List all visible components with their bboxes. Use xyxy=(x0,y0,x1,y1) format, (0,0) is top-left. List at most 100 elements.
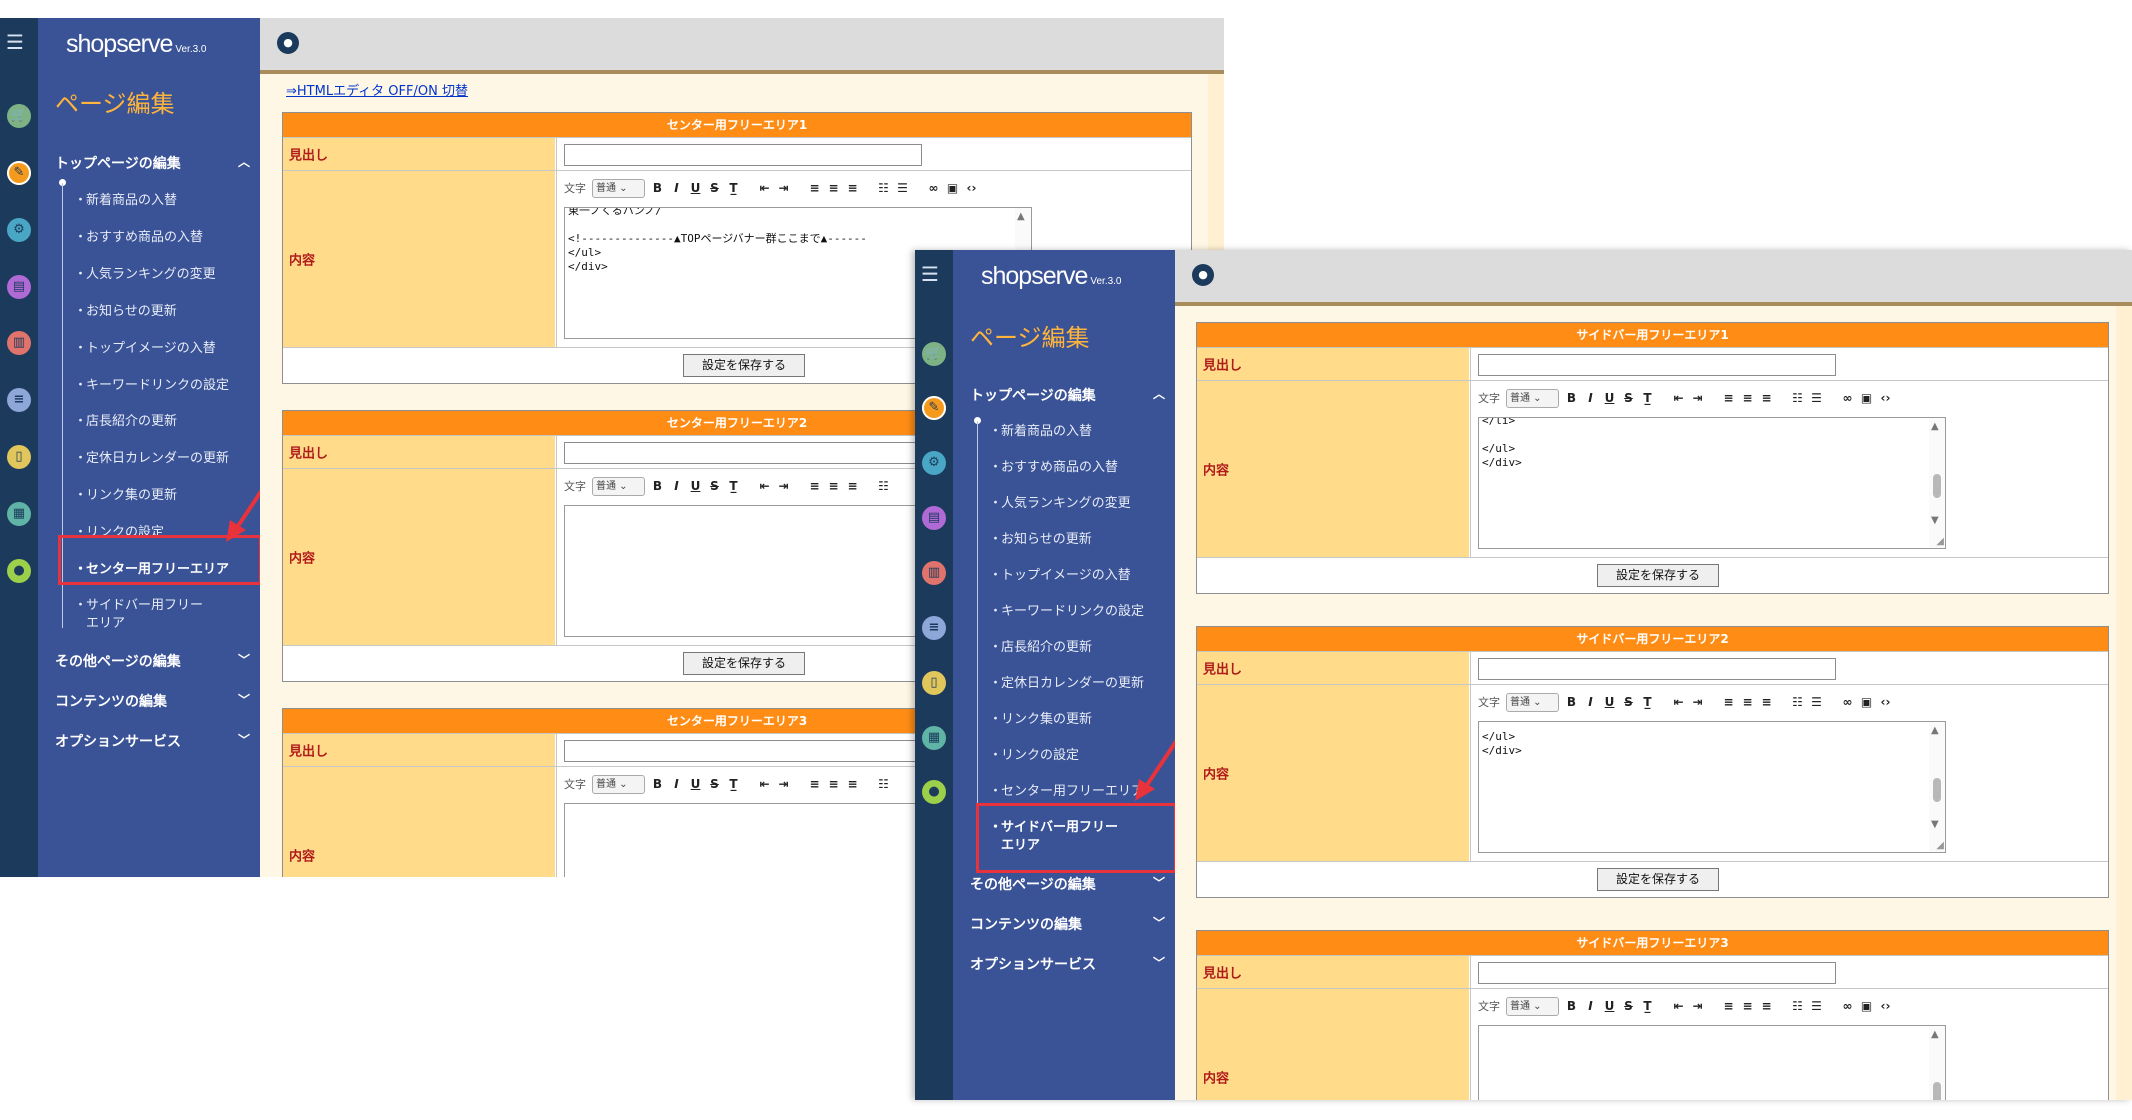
chart-icon[interactable]: ▥ xyxy=(922,561,946,585)
outdent-icon[interactable]: ⇤ xyxy=(1672,695,1685,709)
link-icon[interactable]: ∞ xyxy=(1841,695,1854,709)
italic-icon[interactable]: I xyxy=(670,777,683,791)
group-option-service[interactable]: オプションサービス ﹀ xyxy=(970,954,1165,974)
indent-icon[interactable]: ⇥ xyxy=(1691,999,1704,1013)
strikethrough-icon[interactable]: S xyxy=(708,479,721,493)
nav-item-top-image[interactable]: ・トップイメージの入替 xyxy=(74,340,249,358)
group-top-page[interactable]: トップページの編集 ︿ xyxy=(970,385,1165,405)
group-other-pages[interactable]: その他ページの編集 ﹀ xyxy=(970,874,1165,894)
content-editor[interactable]: ▲ xyxy=(1478,1025,1946,1100)
nav-item-holiday-calendar[interactable]: ・定休日カレンダーの更新 xyxy=(989,675,1164,693)
users-icon[interactable]: ● xyxy=(922,780,946,804)
html-editor-toggle-link[interactable]: ⇒HTMLエディタ OFF/ON 切替 xyxy=(286,80,468,99)
save-button[interactable]: 設定を保存する xyxy=(683,652,805,675)
ordered-list-icon[interactable]: ☷ xyxy=(877,777,890,791)
italic-icon[interactable]: I xyxy=(670,479,683,493)
align-center-icon[interactable]: ≡ xyxy=(827,777,840,791)
image-icon[interactable]: ▣ xyxy=(1860,999,1873,1013)
scroll-up-icon[interactable]: ▲ xyxy=(1931,1029,1939,1040)
group-other-pages[interactable]: その他ページの編集 ﹀ xyxy=(55,651,250,671)
scroll-thumb[interactable] xyxy=(1933,1082,1941,1100)
menu-icon[interactable]: ☰ xyxy=(6,32,30,52)
ordered-list-icon[interactable]: ☷ xyxy=(1791,999,1804,1013)
align-right-icon[interactable]: ≡ xyxy=(846,479,859,493)
source-code-icon[interactable]: ‹› xyxy=(965,181,978,195)
scroll-thumb[interactable] xyxy=(1933,474,1941,498)
nav-item-new-products[interactable]: ・新着商品の入替 xyxy=(989,423,1164,441)
link-icon[interactable]: ∞ xyxy=(927,181,940,195)
font-size-select[interactable]: 普通 ⌄ xyxy=(592,476,645,496)
italic-icon[interactable]: I xyxy=(1584,391,1597,405)
underline-icon[interactable]: U xyxy=(1603,695,1616,709)
bullet-list-icon[interactable]: ☰ xyxy=(896,181,909,195)
font-size-select[interactable]: 普通 ⌄ xyxy=(592,178,645,198)
scroll-up-icon[interactable]: ▲ xyxy=(1931,725,1939,736)
scroll-up-icon[interactable]: ▲ xyxy=(1931,421,1939,432)
image-icon[interactable]: ▣ xyxy=(1860,695,1873,709)
clear-format-icon[interactable]: T̲ xyxy=(727,479,740,493)
nav-item-manager-intro[interactable]: ・店長紹介の更新 xyxy=(989,639,1164,657)
group-contents[interactable]: コンテンツの編集 ﹀ xyxy=(970,914,1165,934)
user-icon[interactable]: ● xyxy=(1192,264,1214,286)
clear-format-icon[interactable]: T̲ xyxy=(1641,695,1654,709)
group-top-page[interactable]: トップページの編集 ︿ xyxy=(55,153,250,173)
clear-format-icon[interactable]: T̲ xyxy=(727,777,740,791)
image-icon[interactable]: ▣ xyxy=(1860,391,1873,405)
save-button[interactable]: 設定を保存する xyxy=(683,354,805,377)
nav-item-recommended[interactable]: ・おすすめ商品の入替 xyxy=(989,459,1164,477)
image-icon[interactable]: ▣ xyxy=(946,181,959,195)
users-icon[interactable]: ● xyxy=(7,559,31,583)
heading-input[interactable] xyxy=(564,442,922,464)
strikethrough-icon[interactable]: S xyxy=(708,777,721,791)
font-size-select[interactable]: 普通 ⌄ xyxy=(1506,388,1559,408)
scroll-thumb[interactable] xyxy=(1933,778,1941,802)
nav-item-manager-intro[interactable]: ・店長紹介の更新 xyxy=(74,413,249,431)
font-size-select[interactable]: 普通 ⌄ xyxy=(1506,996,1559,1016)
align-left-icon[interactable]: ≡ xyxy=(808,181,821,195)
group-contents[interactable]: コンテンツの編集 ﹀ xyxy=(55,691,250,711)
nav-item-news[interactable]: ・お知らせの更新 xyxy=(989,531,1164,549)
bullet-list-icon[interactable]: ☰ xyxy=(1810,999,1823,1013)
menu-icon[interactable]: ☰ xyxy=(921,264,945,284)
ordered-list-icon[interactable]: ☷ xyxy=(1791,391,1804,405)
gear-icon[interactable]: ⚙ xyxy=(7,218,31,242)
heading-input[interactable] xyxy=(564,740,922,762)
indent-icon[interactable]: ⇥ xyxy=(1691,695,1704,709)
align-center-icon[interactable]: ≡ xyxy=(1741,999,1754,1013)
ordered-list-icon[interactable]: ☷ xyxy=(877,479,890,493)
align-left-icon[interactable]: ≡ xyxy=(808,777,821,791)
font-size-select[interactable]: 普通 ⌄ xyxy=(592,774,645,794)
resize-grip-icon[interactable]: ◢ xyxy=(1936,840,1944,851)
source-code-icon[interactable]: ‹› xyxy=(1879,695,1892,709)
resize-grip-icon[interactable]: ◢ xyxy=(1936,536,1944,547)
content-editor[interactable]: </li> </ul> </div> ▲ ▼ ◢ xyxy=(1478,417,1946,549)
underline-icon[interactable]: U xyxy=(689,777,702,791)
underline-icon[interactable]: U xyxy=(1603,391,1616,405)
ordered-list-icon[interactable]: ☷ xyxy=(1791,695,1804,709)
outdent-icon[interactable]: ⇤ xyxy=(758,777,771,791)
align-right-icon[interactable]: ≡ xyxy=(1760,391,1773,405)
underline-icon[interactable]: U xyxy=(689,181,702,195)
align-right-icon[interactable]: ≡ xyxy=(846,777,859,791)
clipboard-icon[interactable]: ▦ xyxy=(7,502,31,526)
underline-icon[interactable]: U xyxy=(1603,999,1616,1013)
heading-input[interactable] xyxy=(1478,658,1836,680)
scroll-down-icon[interactable]: ▼ xyxy=(1931,819,1939,830)
bold-icon[interactable]: B xyxy=(651,479,664,493)
save-button[interactable]: 設定を保存する xyxy=(1597,868,1719,891)
indent-icon[interactable]: ⇥ xyxy=(777,479,790,493)
chart-icon[interactable]: ▥ xyxy=(7,331,31,355)
ordered-list-icon[interactable]: ☷ xyxy=(877,181,890,195)
scroll-down-icon[interactable]: ▼ xyxy=(1931,515,1939,526)
font-size-select[interactable]: 普通 ⌄ xyxy=(1506,692,1559,712)
bold-icon[interactable]: B xyxy=(651,181,664,195)
save-button[interactable]: 設定を保存する xyxy=(1597,564,1719,587)
underline-icon[interactable]: U xyxy=(689,479,702,493)
editor-scrollbar[interactable]: ▲ ▼ xyxy=(1929,418,1945,548)
align-right-icon[interactable]: ≡ xyxy=(1760,999,1773,1013)
bullet-list-icon[interactable]: ☰ xyxy=(1810,695,1823,709)
nav-item-news[interactable]: ・お知らせの更新 xyxy=(74,303,249,321)
layout-icon[interactable]: ▤ xyxy=(922,506,946,530)
scroll-up-icon[interactable]: ▲ xyxy=(1017,211,1025,222)
editor-scrollbar[interactable]: ▲ xyxy=(1929,1026,1945,1100)
